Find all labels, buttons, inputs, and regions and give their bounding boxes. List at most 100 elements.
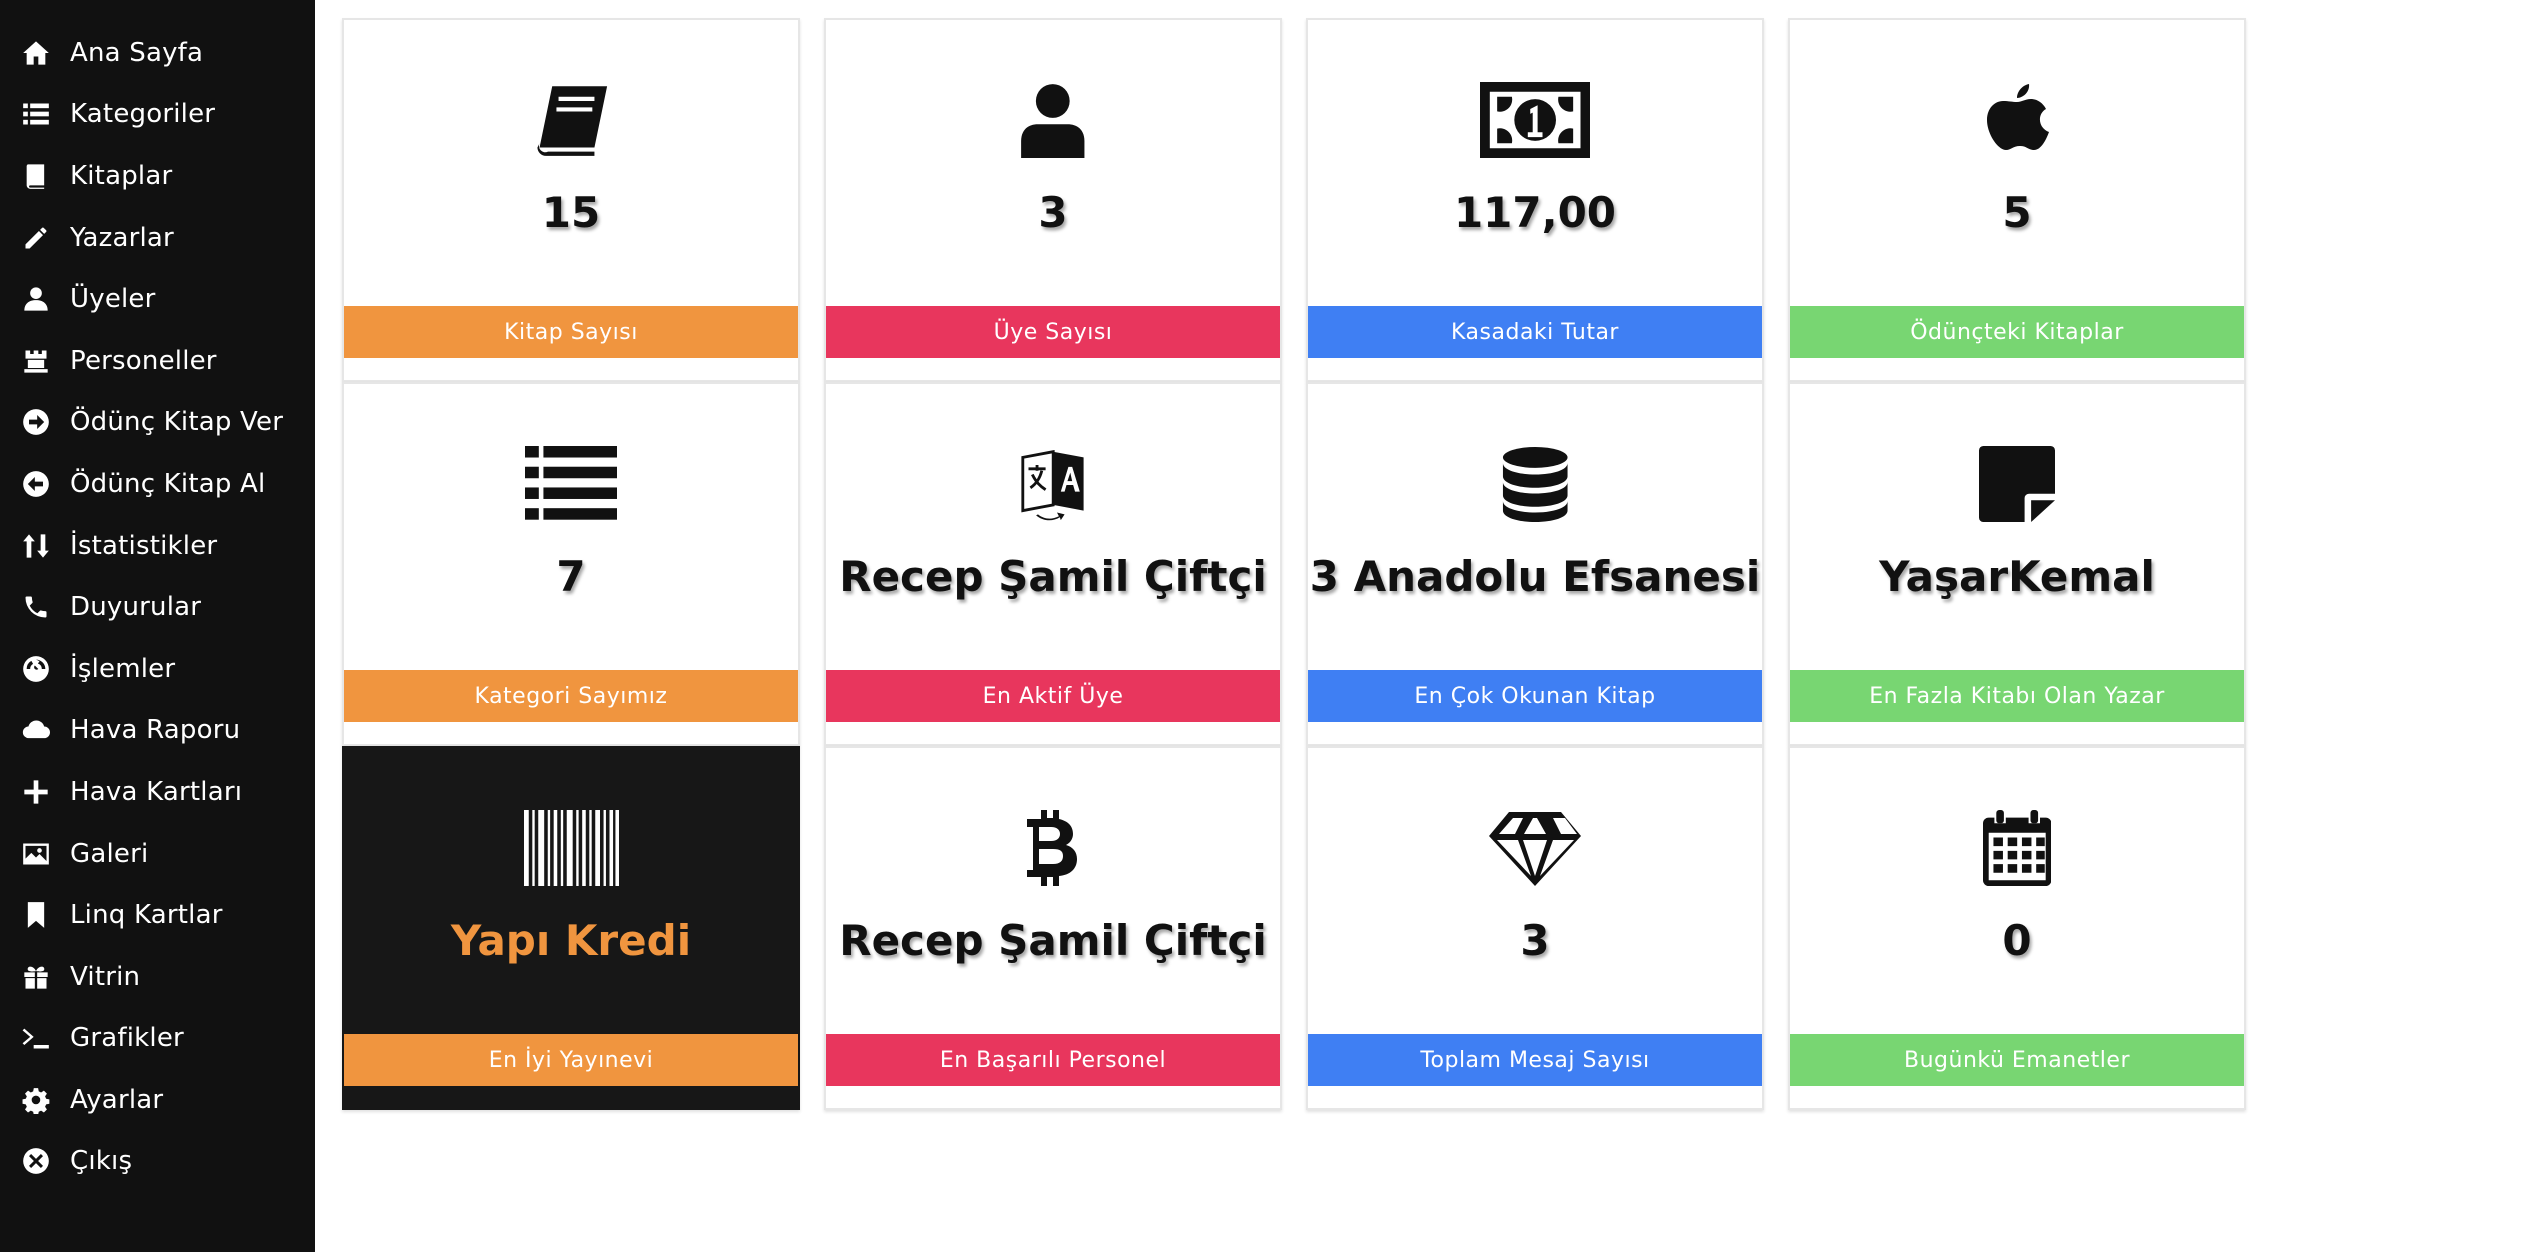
sidebar-item-label: Linq Kartlar bbox=[70, 900, 223, 931]
sidebar: Ana Sayfa Kategoriler Kitaplar Yazarlar … bbox=[0, 0, 315, 1252]
gear-icon bbox=[20, 1084, 52, 1116]
stat-card-en-cok-okunan-kitap: 3 Anadolu Efsanesi En Çok Okunan Kitap bbox=[1306, 382, 1764, 746]
sidebar-item-odunc-kitap-al[interactable]: Ödünç Kitap Al bbox=[0, 453, 315, 515]
sidebar-item-yazarlar[interactable]: Yazarlar bbox=[0, 207, 315, 269]
sidebar-item-label: Personeller bbox=[70, 345, 217, 376]
arrow-circle-left-icon bbox=[20, 468, 52, 500]
book-icon bbox=[344, 80, 798, 160]
cloud-icon bbox=[20, 714, 52, 746]
sidebar-item-uyeler[interactable]: Üyeler bbox=[0, 268, 315, 330]
sidebar-item-label: Kategoriler bbox=[70, 99, 216, 130]
sidebar-item-label: Hava Raporu bbox=[70, 715, 241, 746]
stat-card-kitap-sayisi: 15 Kitap Sayısı bbox=[342, 18, 800, 382]
diamond-icon bbox=[1308, 808, 1762, 888]
stat-value: 15 bbox=[541, 188, 601, 237]
sidebar-item-label: Grafikler bbox=[70, 1023, 184, 1054]
stat-value: 3 bbox=[1038, 188, 1068, 237]
sidebar-item-istatistikler[interactable]: İstatistikler bbox=[0, 515, 315, 577]
user-icon bbox=[20, 283, 52, 315]
stat-value: 7 bbox=[556, 552, 586, 601]
stat-value: 3 bbox=[1520, 916, 1550, 965]
sidebar-item-duyurular[interactable]: Duyurular bbox=[0, 576, 315, 638]
apple-icon bbox=[1790, 80, 2244, 160]
stat-card-en-fazla-kitabi-olan-yazar: YaşarKemal En Fazla Kitabı Olan Yazar bbox=[1788, 382, 2246, 746]
sidebar-item-label: Duyurular bbox=[70, 592, 202, 623]
gift-icon bbox=[20, 961, 52, 993]
stat-value: YaşarKemal bbox=[1879, 552, 2155, 601]
dashboard: 15 Kitap Sayısı 3 Üye Sayısı 117,00 Kasa… bbox=[342, 18, 2248, 1110]
phone-icon bbox=[20, 591, 52, 623]
sidebar-item-label: İstatistikler bbox=[70, 530, 218, 561]
barcode-icon bbox=[344, 808, 798, 888]
stat-card-toplam-mesaj-sayisi: 3 Toplam Mesaj Sayısı bbox=[1306, 746, 1764, 1110]
sidebar-item-label: Kitaplar bbox=[70, 160, 173, 191]
sidebar-item-odunc-kitap-ver[interactable]: Ödünç Kitap Ver bbox=[0, 392, 315, 454]
sidebar-item-vitrin[interactable]: Vitrin bbox=[0, 946, 315, 1008]
sidebar-item-label: Hava Kartları bbox=[70, 776, 243, 807]
stat-label: Bugünkü Emanetler bbox=[1790, 1034, 2244, 1086]
sidebar-item-kitaplar[interactable]: Kitaplar bbox=[0, 145, 315, 207]
sidebar-item-label: Çıkış bbox=[70, 1146, 133, 1177]
stat-value: 3 Anadolu Efsanesi bbox=[1309, 552, 1761, 601]
stat-label: En Aktif Üye bbox=[826, 670, 1280, 722]
stat-card-en-iyi-yayinevi: Yapı Kredi En İyi Yayınevi bbox=[342, 746, 800, 1110]
book-icon bbox=[20, 160, 52, 192]
stat-label: En Çok Okunan Kitap bbox=[1308, 670, 1762, 722]
sidebar-item-hava-kartlari[interactable]: Hava Kartları bbox=[0, 761, 315, 823]
stat-card-uye-sayisi: 3 Üye Sayısı bbox=[824, 18, 1282, 382]
sidebar-item-cikis[interactable]: Çıkış bbox=[0, 1131, 315, 1193]
stats-grid: 15 Kitap Sayısı 3 Üye Sayısı 117,00 Kasa… bbox=[342, 18, 2248, 1110]
sidebar-item-label: Üyeler bbox=[70, 284, 156, 315]
plus-icon bbox=[20, 776, 52, 808]
sidebar-item-label: Vitrin bbox=[70, 961, 141, 992]
bookmark-icon bbox=[20, 899, 52, 931]
stat-label: Kategori Sayımız bbox=[344, 670, 798, 722]
stat-label: Kasadaki Tutar bbox=[1308, 306, 1762, 358]
sidebar-item-label: Ayarlar bbox=[70, 1084, 164, 1115]
sticky-note-icon bbox=[1790, 444, 2244, 524]
sidebar-item-label: Ödünç Kitap Al bbox=[70, 468, 266, 499]
database-icon bbox=[1308, 444, 1762, 524]
stat-value: Yapı Kredi bbox=[450, 916, 692, 965]
stat-value: Recep Şamil Çiftçi bbox=[839, 916, 1267, 965]
stat-value: 117,00 bbox=[1453, 188, 1617, 237]
tower-icon bbox=[20, 345, 52, 377]
list-icon bbox=[344, 444, 798, 524]
sidebar-item-grafikler[interactable]: Grafikler bbox=[0, 1008, 315, 1070]
image-icon bbox=[20, 838, 52, 870]
sidebar-item-hava-raporu[interactable]: Hava Raporu bbox=[0, 700, 315, 762]
stat-card-en-aktif-uye: Recep Şamil Çiftçi En Aktif Üye bbox=[824, 382, 1282, 746]
stat-card-kasadaki-tutar: 117,00 Kasadaki Tutar bbox=[1306, 18, 1764, 382]
sidebar-item-islemler[interactable]: İşlemler bbox=[0, 638, 315, 700]
stat-card-en-basarili-personel: Recep Şamil Çiftçi En Başarılı Personel bbox=[824, 746, 1282, 1110]
stat-value: Recep Şamil Çiftçi bbox=[839, 552, 1267, 601]
calendar-icon bbox=[1790, 808, 2244, 888]
sidebar-item-galeri[interactable]: Galeri bbox=[0, 823, 315, 885]
money-icon bbox=[1308, 80, 1762, 160]
list-icon bbox=[20, 98, 52, 130]
stat-label: Ödünçteki Kitaplar bbox=[1790, 306, 2244, 358]
close-circle-icon bbox=[20, 1145, 52, 1177]
sidebar-item-ayarlar[interactable]: Ayarlar bbox=[0, 1069, 315, 1131]
stat-label: En Başarılı Personel bbox=[826, 1034, 1280, 1086]
sidebar-item-linq-kartlar[interactable]: Linq Kartlar bbox=[0, 884, 315, 946]
stat-label: En İyi Yayınevi bbox=[344, 1034, 798, 1086]
dashboard-icon bbox=[20, 653, 52, 685]
sidebar-item-ana-sayfa[interactable]: Ana Sayfa bbox=[0, 22, 315, 84]
stat-value: 5 bbox=[2002, 188, 2032, 237]
sidebar-item-label: Yazarlar bbox=[70, 222, 174, 253]
stat-card-kategori-sayimiz: 7 Kategori Sayımız bbox=[342, 382, 800, 746]
stat-label: Kitap Sayısı bbox=[344, 306, 798, 358]
stat-label: Üye Sayısı bbox=[826, 306, 1280, 358]
user-icon bbox=[826, 80, 1280, 160]
sidebar-item-kategoriler[interactable]: Kategoriler bbox=[0, 84, 315, 146]
stat-card-bugunku-emanetler: 0 Bugünkü Emanetler bbox=[1788, 746, 2246, 1110]
sidebar-item-personeller[interactable]: Personeller bbox=[0, 330, 315, 392]
sidebar-item-label: İşlemler bbox=[70, 653, 176, 684]
stat-label: Toplam Mesaj Sayısı bbox=[1308, 1034, 1762, 1086]
sidebar-item-label: Galeri bbox=[70, 838, 149, 869]
stat-card-oduncteki-kitaplar: 5 Ödünçteki Kitaplar bbox=[1788, 18, 2246, 382]
sidebar-item-label: Ödünç Kitap Ver bbox=[70, 407, 284, 438]
stat-value: 0 bbox=[2002, 916, 2032, 965]
pencil-icon bbox=[20, 222, 52, 254]
